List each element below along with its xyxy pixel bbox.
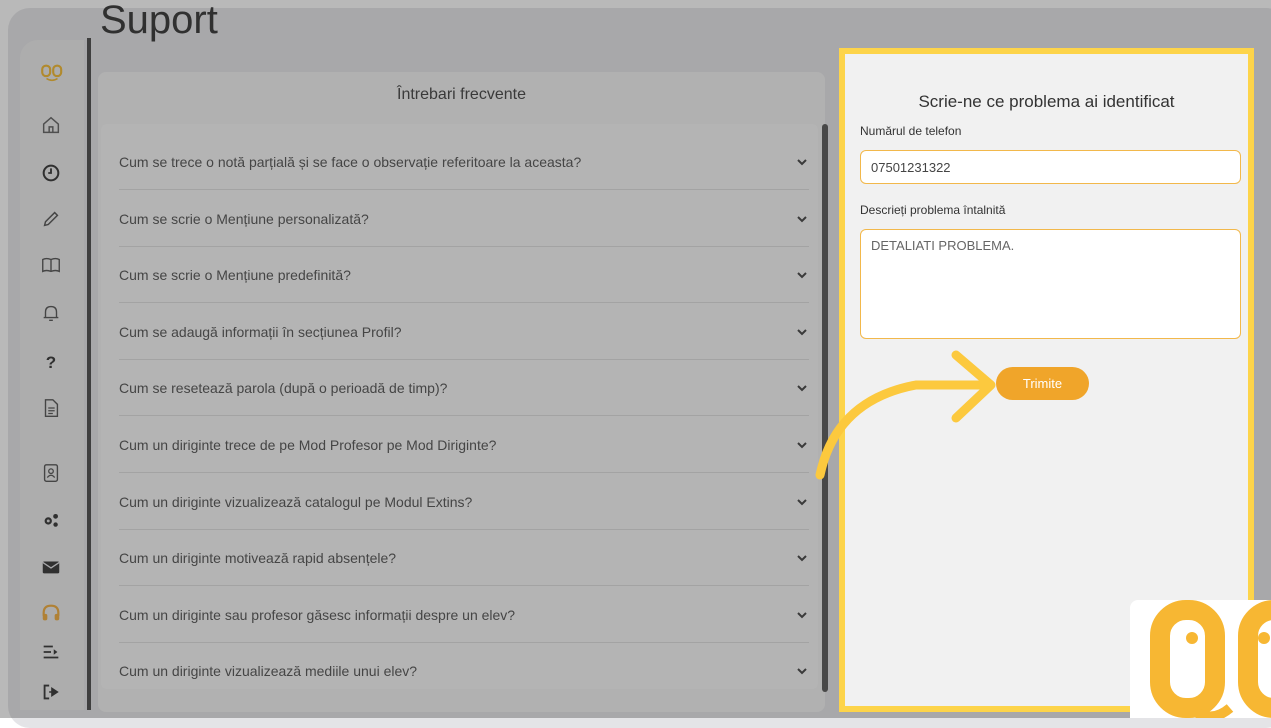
chevron-down-icon [797, 328, 807, 335]
faq-item[interactable]: Cum se adaugă informații în secțiunea Pr… [119, 304, 809, 360]
document-icon[interactable] [36, 393, 66, 423]
faq-question: Cum se trece o notă parțială și se face … [119, 153, 582, 170]
pencil-icon[interactable] [36, 204, 66, 234]
app-logo-icon[interactable] [34, 58, 70, 88]
faq-title: Întrebari frecvente [397, 86, 526, 103]
faq-item[interactable]: Cum un diriginte vizualizează catalogul … [119, 474, 809, 530]
chevron-down-icon [797, 498, 807, 505]
envelope-icon[interactable] [36, 552, 66, 582]
question-icon[interactable]: ? [36, 348, 66, 378]
submit-button[interactable]: Trimite [996, 367, 1089, 400]
faq-item[interactable]: Cum se resetează parola (după o perioadă… [119, 360, 809, 416]
description-label: Descrieți problema întalnită [860, 203, 1006, 217]
brand-logo-icon [1130, 600, 1271, 718]
faq-list: Cum se trece o notă parțială și se face … [101, 124, 818, 689]
page-title: Suport [100, 0, 218, 42]
faq-question: Cum un diriginte sau profesor găsesc inf… [119, 606, 516, 623]
faq-item[interactable]: Cum un diriginte sau profesor găsesc inf… [119, 587, 809, 643]
contact-book-icon[interactable] [36, 458, 66, 488]
faq-item[interactable]: Cum un diriginte vizualizează mediile un… [119, 643, 809, 699]
faq-question: Cum se scrie o Mențiune predefinită? [119, 266, 351, 283]
faq-item[interactable]: Cum se scrie o Mențiune personalizată? [119, 191, 809, 247]
chevron-down-icon [797, 611, 807, 618]
logout-icon[interactable] [36, 677, 66, 707]
faq-question: Cum un diriginte vizualizează catalogul … [119, 493, 473, 510]
sidebar-divider [87, 38, 91, 710]
home-icon[interactable] [36, 110, 66, 140]
chevron-down-icon [797, 271, 807, 278]
gears-icon[interactable] [36, 505, 66, 535]
faq-item[interactable]: Cum se trece o notă parțială și se face … [119, 134, 809, 190]
book-icon[interactable] [36, 250, 66, 280]
phone-input[interactable] [860, 150, 1241, 184]
chevron-down-icon [797, 158, 807, 165]
chevron-down-icon [797, 215, 807, 222]
faq-question: Cum se adaugă informații în secțiunea Pr… [119, 323, 402, 340]
headphones-icon[interactable] [36, 598, 66, 628]
chevron-down-icon [797, 668, 807, 675]
faq-item[interactable]: Cum se scrie o Mențiune predefinită? [119, 247, 809, 303]
faq-question: Cum se resetează parola (după o perioadă… [119, 379, 448, 396]
phone-label: Numărul de telefon [860, 124, 962, 138]
faq-item[interactable]: Cum un diriginte motivează rapid absențe… [119, 530, 809, 586]
clock-icon[interactable] [36, 158, 66, 188]
description-input[interactable] [860, 229, 1241, 339]
bell-icon[interactable] [36, 298, 66, 328]
faq-question: Cum se scrie o Mențiune personalizată? [119, 210, 369, 227]
chevron-down-icon [797, 554, 807, 561]
faq-question: Cum un diriginte trece de pe Mod Profeso… [119, 436, 497, 453]
form-title: Scrie-ne ce problema ai identificat [918, 92, 1175, 111]
pointer-arrow-icon [815, 350, 996, 480]
faq-question: Cum un diriginte vizualizează mediile un… [119, 663, 418, 679]
faq-item[interactable]: Cum un diriginte trece de pe Mod Profeso… [119, 417, 809, 473]
menu-arrow-icon[interactable] [36, 637, 66, 667]
faq-question: Cum un diriginte motivează rapid absențe… [119, 549, 397, 566]
